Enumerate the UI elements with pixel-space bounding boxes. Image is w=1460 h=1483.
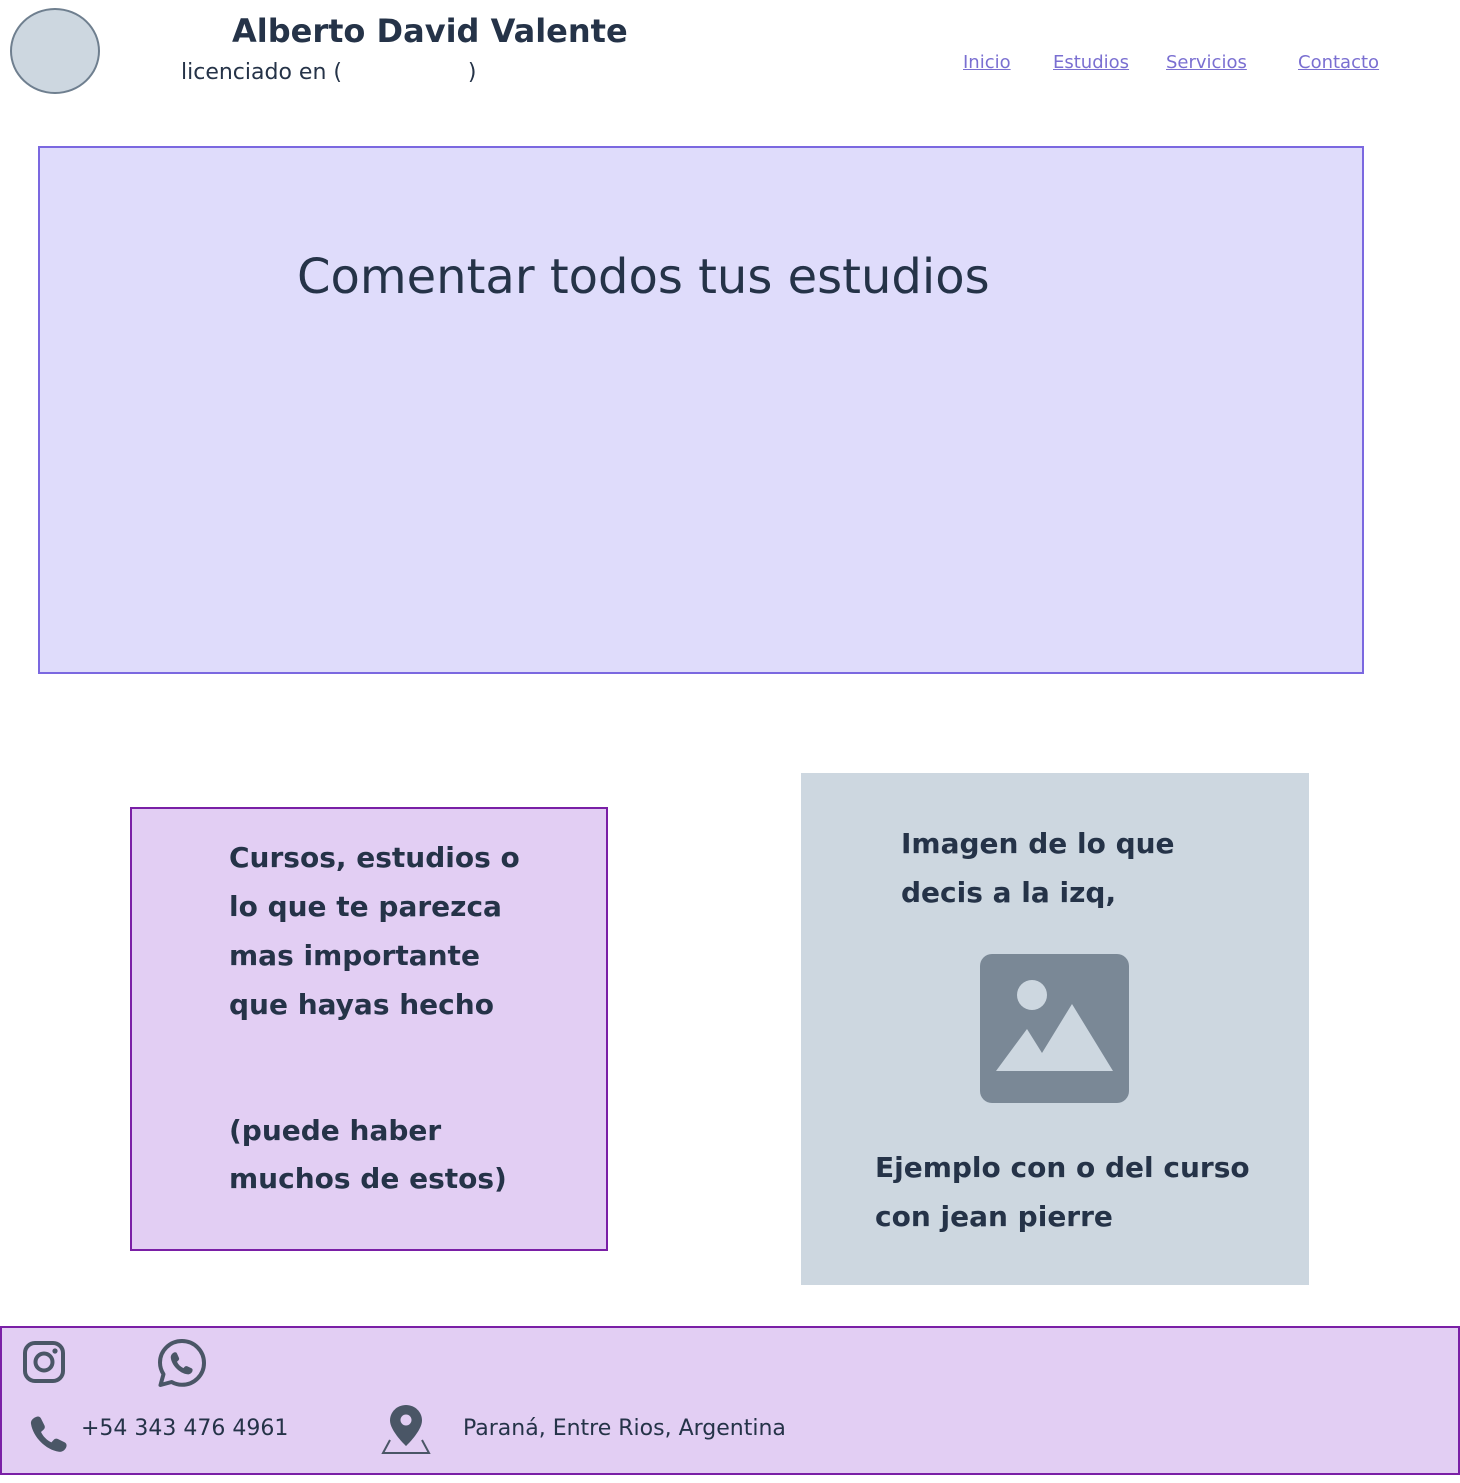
site-footer: +54 343 476 4961 Paraná, Entre Rios, Arg… bbox=[0, 1326, 1460, 1475]
phone-number[interactable]: +54 343 476 4961 bbox=[81, 1416, 288, 1441]
whatsapp-icon[interactable] bbox=[156, 1337, 208, 1389]
site-subtitle: licenciado en ( ) bbox=[181, 60, 477, 85]
site-name: Alberto David Valente bbox=[232, 12, 628, 50]
phone-icon bbox=[30, 1416, 67, 1452]
image-caption-top: Imagen de lo que decis a la izq, bbox=[901, 827, 1175, 909]
image-placeholder-icon bbox=[980, 954, 1129, 1103]
nav-link-estudios[interactable]: Estudios bbox=[1053, 52, 1129, 73]
hero-section: Comentar todos tus estudios bbox=[38, 146, 1364, 674]
instagram-icon[interactable] bbox=[22, 1340, 66, 1384]
image-caption-bottom: Ejemplo con o del curso con jean pierre bbox=[875, 1151, 1250, 1233]
nav-link-servicios[interactable]: Servicios bbox=[1166, 52, 1247, 73]
location-text: Paraná, Entre Rios, Argentina bbox=[463, 1416, 786, 1441]
study-note: (puede haber muchos de estos) bbox=[229, 1114, 507, 1195]
image-card: Imagen de lo que decis a la izq, Ejemplo… bbox=[801, 773, 1309, 1285]
study-text: Cursos, estudios o lo que te parezca mas… bbox=[229, 841, 520, 1021]
avatar bbox=[10, 8, 100, 94]
nav-link-contacto[interactable]: Contacto bbox=[1298, 52, 1379, 73]
hero-title: Comentar todos tus estudios bbox=[297, 249, 990, 305]
study-card: Cursos, estudios o lo que te parezca mas… bbox=[130, 807, 608, 1251]
location-pin-icon bbox=[381, 1405, 431, 1454]
nav-link-inicio[interactable]: Inicio bbox=[963, 52, 1011, 73]
